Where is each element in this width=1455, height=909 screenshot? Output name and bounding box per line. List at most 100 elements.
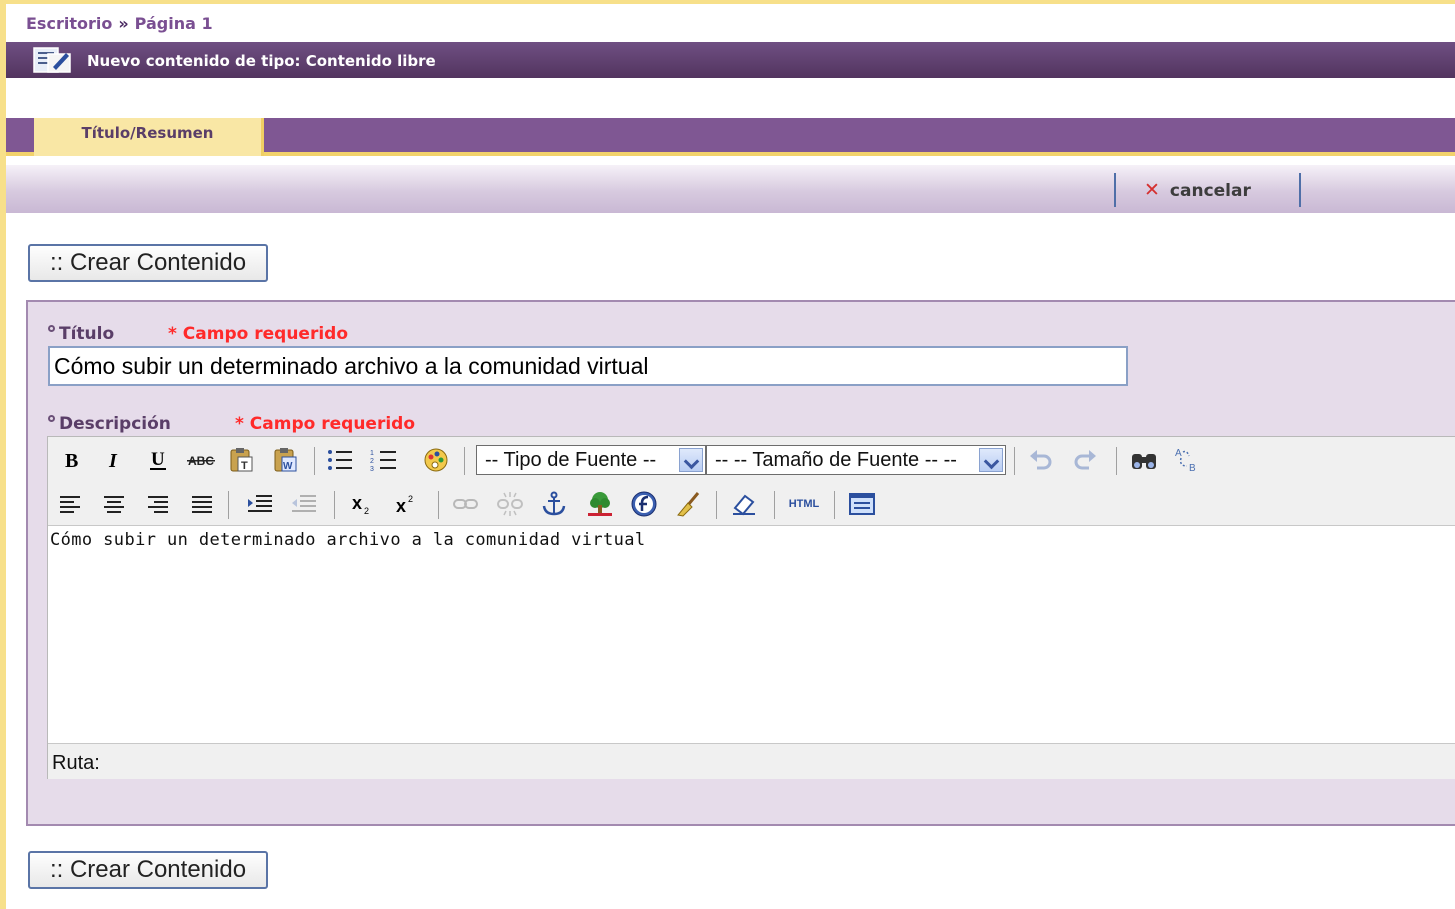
numbered-list-button[interactable]: 123 (368, 444, 400, 476)
anchor-icon (542, 491, 566, 516)
color-picker-button[interactable] (420, 444, 452, 476)
breadcrumb: Escritorio » Página 1 (26, 14, 213, 33)
strikethrough-icon: ABC (187, 454, 215, 468)
indent-icon (248, 495, 272, 512)
svg-text:x: x (352, 493, 362, 513)
toolbar-separator (314, 447, 315, 475)
create-content-button-top[interactable]: :: Crear Contenido (28, 244, 268, 282)
editor-content-area[interactable]: Cómo subir un determinado archivo a la c… (48, 525, 1455, 743)
bullet-icon (48, 325, 55, 332)
cancel-button[interactable]: ✕ cancelar (1144, 179, 1251, 201)
svg-text:A: A (1175, 448, 1182, 459)
bullet-icon (48, 415, 55, 422)
tab-bar: Título/Resumen (6, 118, 1455, 156)
toolbar-separator (438, 491, 439, 519)
broom-icon (677, 492, 700, 517)
bold-icon: B (65, 450, 78, 471)
toolbar-separator (464, 447, 465, 475)
editor-toolbar-row-1: B I U ABC T W 123 -- Tipo de Fuente -- -… (48, 439, 1455, 481)
align-right-icon (148, 496, 168, 513)
flash-icon (631, 491, 657, 517)
bold-button[interactable]: B (56, 444, 88, 476)
create-content-button-bottom[interactable]: :: Crear Contenido (28, 851, 268, 889)
insert-flash-button[interactable] (628, 488, 660, 520)
paste-text-button[interactable]: T (226, 444, 258, 476)
toolbar-separator (228, 491, 229, 519)
fullscreen-button[interactable] (846, 488, 878, 520)
insert-image-button[interactable] (584, 488, 616, 520)
justify-button[interactable] (186, 488, 218, 520)
unlink-icon (497, 492, 523, 516)
title-field-label: Título (48, 324, 114, 344)
undo-icon (1030, 450, 1052, 470)
bullet-list-icon (328, 450, 352, 470)
align-left-button[interactable] (54, 488, 86, 520)
paste-word-button[interactable]: W (270, 444, 302, 476)
align-right-button[interactable] (142, 488, 174, 520)
unlink-button[interactable] (494, 488, 526, 520)
strikethrough-button[interactable]: ABC (186, 444, 218, 476)
edit-document-icon (33, 47, 71, 73)
redo-icon (1074, 450, 1096, 470)
title-input[interactable]: Cómo subir un determinado archivo a la c… (48, 346, 1128, 386)
subscript-button[interactable]: x2 (346, 488, 378, 520)
svg-text:1: 1 (370, 450, 374, 457)
link-icon (453, 499, 478, 509)
bullet-list-button[interactable] (324, 444, 356, 476)
editor-toolbar-row-2: x2 x2 HTML (48, 483, 1455, 525)
toolbar-separator (334, 491, 335, 519)
breadcrumb-separator: » (118, 14, 129, 33)
svg-text:I: I (108, 450, 118, 471)
content-form: Título * Campo requerido Cómo subir un d… (26, 300, 1455, 826)
insert-link-button[interactable] (450, 488, 482, 520)
align-center-button[interactable] (98, 488, 130, 520)
svg-text:U: U (151, 449, 165, 470)
svg-text:T: T (241, 460, 248, 472)
cancel-label: cancelar (1169, 181, 1251, 201)
svg-text:3: 3 (370, 466, 374, 472)
underline-icon: U (150, 449, 166, 470)
window-icon (849, 493, 875, 515)
cleanup-button[interactable] (672, 488, 704, 520)
breadcrumb-current-link[interactable]: Página 1 (135, 14, 213, 33)
rich-text-editor: B I U ABC T W 123 -- Tipo de Fuente -- -… (47, 436, 1455, 779)
font-family-select[interactable]: -- Tipo de Fuente -- (476, 445, 706, 475)
svg-text:B: B (1189, 463, 1196, 474)
toolbar-separator (1116, 447, 1117, 475)
redo-button[interactable] (1070, 444, 1102, 476)
palette-icon (424, 448, 448, 472)
undo-button[interactable] (1024, 444, 1056, 476)
toolbar-separator (834, 491, 835, 519)
italic-button[interactable]: I (98, 444, 130, 476)
italic-icon: I (108, 450, 118, 471)
remove-format-button[interactable] (728, 488, 760, 520)
editor-path-status: Ruta: (48, 743, 1455, 779)
replace-icon: AB (1175, 448, 1196, 474)
find-button[interactable] (1128, 444, 1160, 476)
outdent-button[interactable] (288, 488, 320, 520)
replace-button[interactable]: AB (1172, 444, 1204, 476)
underline-button[interactable]: U (142, 444, 174, 476)
html-source-button[interactable]: HTML (786, 488, 822, 520)
indent-button[interactable] (244, 488, 276, 520)
action-divider (1299, 173, 1301, 207)
toolbar-separator (716, 491, 717, 519)
font-size-select[interactable]: -- -- Tamaño de Fuente -- -- (706, 445, 1006, 475)
superscript-icon: x2 (396, 494, 413, 516)
paste-word-icon: W (274, 448, 297, 472)
align-left-icon (60, 496, 80, 513)
justify-icon (192, 496, 212, 513)
breadcrumb-root-link[interactable]: Escritorio (26, 14, 112, 33)
eraser-icon (733, 494, 755, 516)
anchor-button[interactable] (538, 488, 570, 520)
description-required-note: * Campo requerido (235, 414, 416, 434)
superscript-button[interactable]: x2 (390, 488, 422, 520)
close-icon: ✕ (1144, 179, 1160, 201)
chevron-down-icon (679, 448, 703, 472)
tab-titulo-resumen[interactable]: Título/Resumen (34, 118, 264, 156)
numbered-list-icon: 123 (370, 450, 396, 472)
svg-text:x: x (396, 496, 406, 516)
svg-text:2: 2 (364, 506, 369, 516)
action-bar: ✕ cancelar (6, 165, 1455, 213)
outdent-icon (292, 495, 316, 512)
